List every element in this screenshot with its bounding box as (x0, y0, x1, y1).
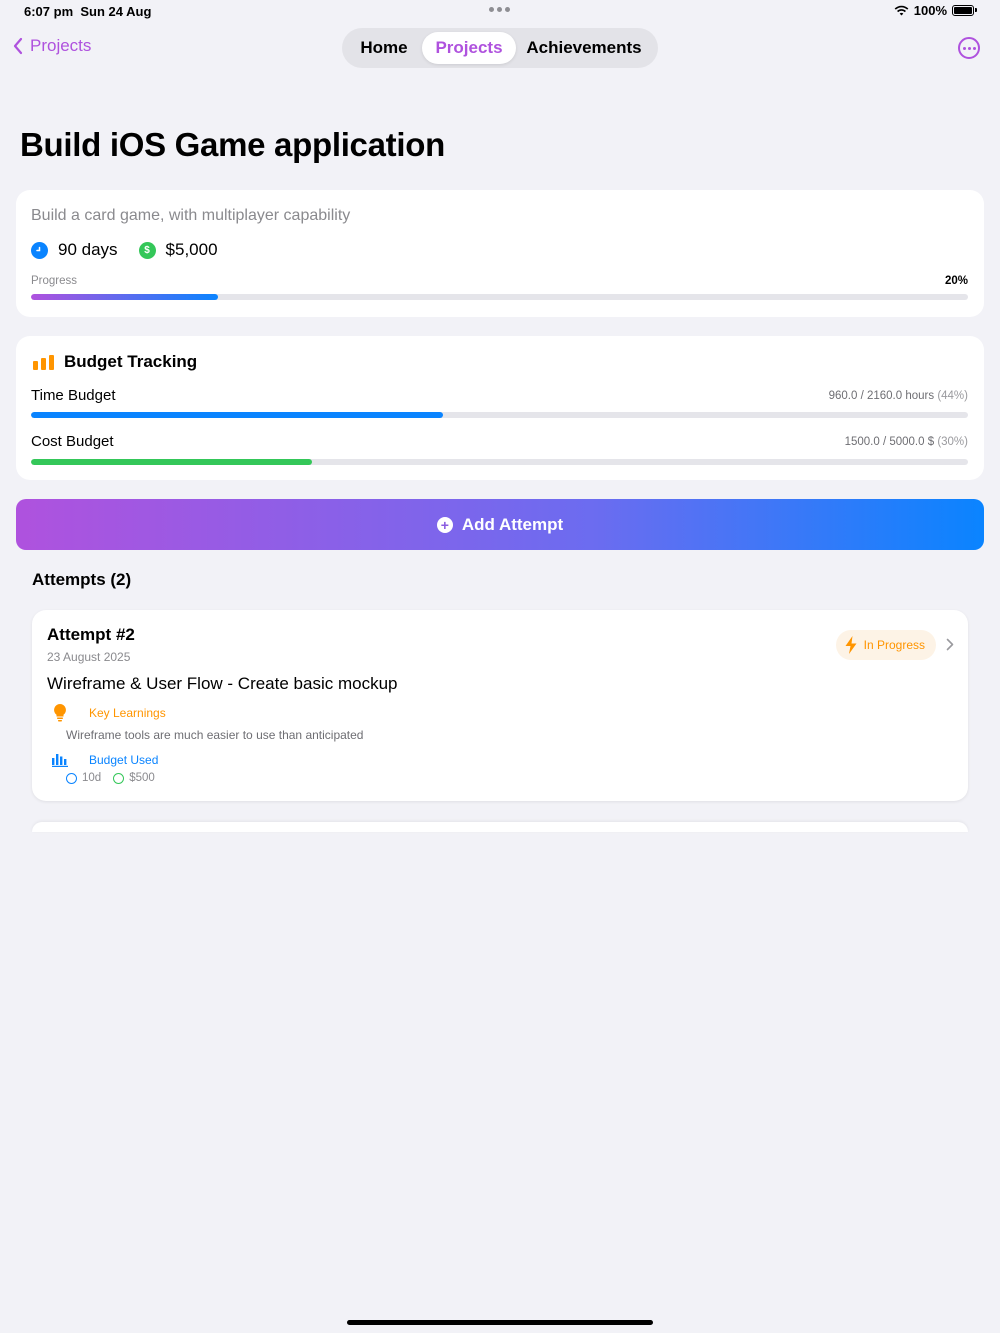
more-options-icon[interactable] (958, 37, 980, 59)
budget-tracking-header: Budget Tracking (33, 352, 197, 372)
attempts-header: Attempts (2) (32, 570, 132, 589)
status-badge: In Progress (835, 630, 936, 660)
clock-icon (31, 241, 48, 259)
project-description: Build a card game, with multiplayer capa… (31, 207, 351, 224)
budget-tracking-title: Budget Tracking (64, 352, 198, 371)
budget-used-label: Budget Used (89, 753, 159, 767)
bolt-icon (845, 636, 857, 654)
key-learnings-label: Key Learnings (89, 706, 166, 720)
budget-used-values: 10d $500 (66, 772, 155, 784)
cost-budget-label: Cost Budget (31, 433, 114, 450)
battery-icon (952, 5, 977, 16)
back-button-label: Projects (30, 36, 92, 55)
wifi-icon (894, 5, 909, 16)
attempt-date: 23 August 2025 (47, 650, 131, 664)
project-budget: $5,000 (165, 240, 218, 259)
multitasking-dots-icon[interactable] (489, 7, 510, 12)
attempt-card-next[interactable] (32, 822, 968, 832)
battery-percent: 100% (913, 3, 947, 18)
clock-icon (66, 772, 77, 784)
progress-value: 20% (944, 275, 968, 287)
project-progress-fill (31, 294, 219, 300)
cost-used: $500 (129, 772, 155, 784)
add-attempt-label: Add Attempt (461, 514, 564, 534)
budget-tracking-card: Budget Tracking Time Budget 960.0 / 2160… (16, 336, 984, 480)
status-bar-time: 6:07 pm Sun 24 Aug (24, 4, 152, 19)
add-attempt-button[interactable]: + Add Attempt (16, 499, 984, 550)
attempt-description: Wireframe & User Flow - Create basic moc… (47, 674, 398, 693)
progress-label: Progress (31, 275, 78, 287)
back-button[interactable]: Projects (12, 36, 91, 56)
tab-switcher: Home Projects Achievements (342, 28, 658, 68)
chart-bar-icon (33, 354, 54, 370)
home-indicator[interactable] (347, 1320, 653, 1325)
attempt-card[interactable]: Attempt #2 23 August 2025 Wireframe & Us… (32, 610, 968, 801)
project-progress-bar (31, 294, 968, 300)
cost-budget-fill (31, 459, 313, 465)
budget-chart-icon (52, 754, 68, 767)
tab-achievements[interactable]: Achievements (516, 32, 652, 64)
time-budget-label: Time Budget (31, 387, 116, 404)
attempt-name: Attempt #2 (47, 625, 135, 644)
time-budget-fill (31, 412, 444, 418)
project-overview-card: Build a card game, with multiplayer capa… (16, 190, 984, 317)
cost-budget-value: 1500.0 / 5000.0 $ (30%) (844, 436, 968, 448)
days-used: 10d (82, 772, 102, 784)
cost-budget-bar (31, 459, 968, 465)
key-learnings-text: Wireframe tools are much easier to use t… (66, 728, 364, 742)
status-bar-right: 100% (894, 3, 977, 18)
time-budget-value: 960.0 / 2160.0 hours (44%) (828, 390, 968, 402)
tab-home[interactable]: Home (346, 32, 422, 64)
tab-projects[interactable]: Projects (422, 32, 516, 64)
lightbulb-icon (54, 704, 66, 722)
plus-circle-icon: + (436, 516, 453, 533)
dollar-icon (113, 772, 125, 784)
chevron-right-icon (946, 638, 954, 651)
dollar-icon: $ (138, 241, 156, 259)
project-duration: 90 days (58, 240, 118, 259)
page-title: Build iOS Game application (20, 126, 445, 163)
chevron-left-icon (13, 37, 23, 55)
project-meta: 90 days $ $5,000 (31, 240, 218, 260)
time-budget-bar (31, 412, 968, 418)
status-badge-label: In Progress (863, 638, 925, 652)
